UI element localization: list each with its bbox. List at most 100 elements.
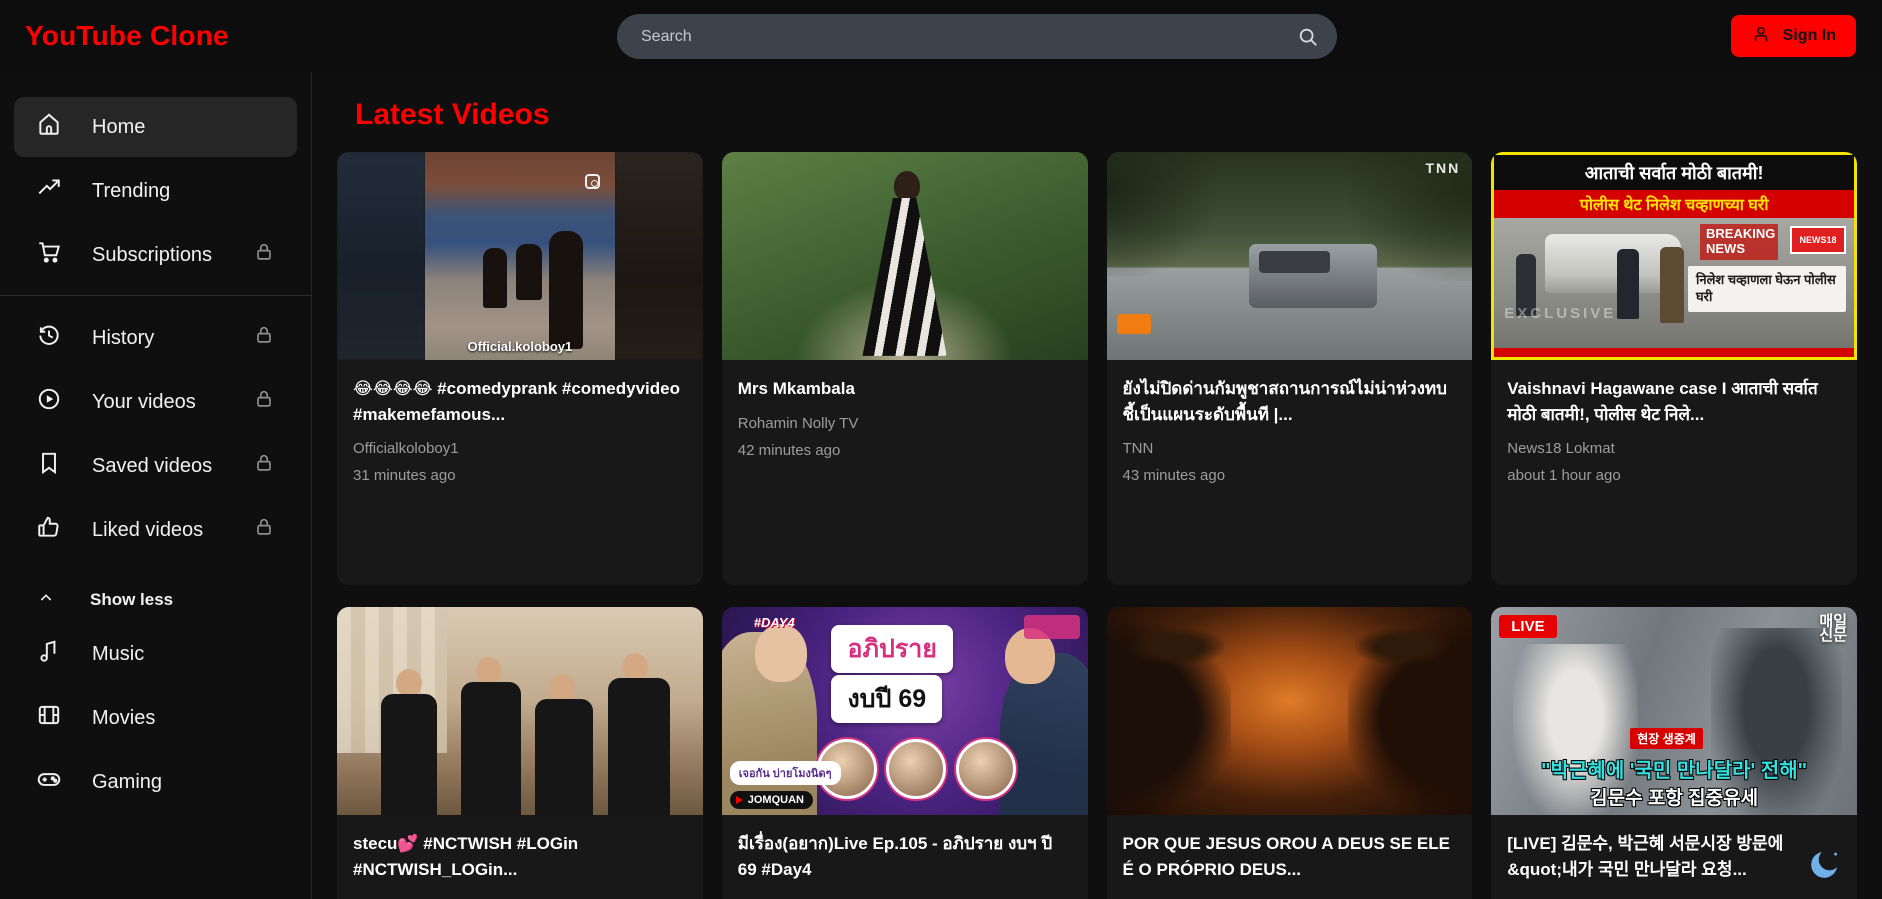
exclusive-watermark: EXCLUSIVE	[1504, 305, 1617, 322]
sidebar-item-label: Subscriptions	[92, 243, 213, 266]
video-time: about 1 hour ago	[1507, 467, 1621, 484]
headline-band-2: पोलीस थेट निलेश चव्हाणच्या घरी	[1494, 190, 1854, 218]
show-less-toggle[interactable]: Show less	[14, 582, 297, 618]
thumbnail-quote: "박근혜에 '국민 만나달라' 전해"	[1541, 760, 1808, 782]
sidebar-item-label: Home	[92, 115, 146, 138]
live-badge: LIVE	[1499, 615, 1557, 638]
video-thumbnail[interactable]: आताची सर्वात मोठी बातमी! पोलीस थेट निलेश…	[1491, 152, 1857, 360]
newspaper-logo: 매일 신문	[1819, 613, 1847, 645]
sidebar-item-label: Gaming	[92, 770, 163, 793]
video-card[interactable]: आताची सर्वात मोठी बातमी! पोलीस थेट निलेश…	[1491, 152, 1857, 585]
sidebar-item-music[interactable]: Music	[14, 624, 297, 684]
video-thumbnail[interactable]: LIVE 매일 신문 현장 생중계 "박근혜에 '국민 만나달라' 전해" 김문…	[1491, 607, 1857, 815]
video-card[interactable]: POR QUE JESUS OROU A DEUS SE ELE É O PRÓ…	[1106, 607, 1473, 899]
sidebar-item-label: Music	[92, 642, 145, 665]
channel-badge	[1116, 314, 1151, 334]
play-icon	[735, 796, 743, 804]
headline-band: आताची सर्वात मोठी बातमी!	[1494, 155, 1854, 190]
sign-in-button[interactable]: Sign In	[1730, 15, 1856, 57]
video-channel[interactable]: News18 Lokmat	[1507, 440, 1841, 457]
person-icon	[1751, 24, 1771, 49]
sidebar-item-history[interactable]: History	[14, 308, 297, 368]
broadcast-badge: 현장 생중계	[1630, 728, 1703, 749]
lock-icon	[253, 241, 275, 269]
title-box-1: อภิปราย	[831, 625, 953, 673]
sidebar-item-label: History	[92, 326, 155, 349]
top-bar: YouTube Clone Sign In	[0, 0, 1882, 72]
app-window: YouTube Clone Sign In	[0, 0, 1882, 899]
video-card[interactable]: LIVE 매일 신문 현장 생중계 "박근혜에 '국민 만나달라' 전해" 김문…	[1491, 607, 1857, 899]
search-bar	[617, 14, 1337, 59]
page-title: Latest Videos	[355, 98, 550, 131]
play-circle-icon	[36, 386, 62, 418]
sidebar-item-movies[interactable]: Movies	[14, 688, 297, 748]
caption-pill: เจอกัน บ่ายโมงนิดๆ	[729, 761, 841, 785]
video-card[interactable]: Mrs Mkambala Rohamin Nolly TV 42 minutes…	[721, 152, 1088, 585]
video-time: 42 minutes ago	[737, 441, 841, 459]
sign-in-label: Sign In	[1782, 27, 1836, 44]
sidebar-item-saved-videos[interactable]: Saved videos	[14, 436, 297, 496]
sidebar-item-subscriptions[interactable]: Subscriptions	[14, 225, 297, 285]
video-time: 31 minutes ago	[353, 467, 456, 484]
bookmark-icon	[36, 450, 62, 482]
video-title[interactable]: Vaishnavi Hagawane case I आताची सर्वात म…	[1507, 376, 1841, 427]
video-card[interactable]: #DAY4 อภิปราย งบปี 69 เจอกัน บ่ายโมงนิดๆ…	[721, 607, 1088, 899]
sidebar-item-label: Your videos	[92, 390, 196, 413]
video-channel[interactable]: Rohamin Nolly TV	[738, 415, 1072, 432]
thumbs-up-icon	[36, 514, 62, 546]
search-input[interactable]	[641, 27, 1297, 46]
main-content: Latest Videos Official.koloboy1 😂😂😂😂 #co…	[312, 72, 1882, 899]
sidebar-divider	[0, 295, 311, 296]
tnn-watermark: TNN	[1425, 160, 1461, 176]
chevron-up-icon	[38, 590, 54, 611]
video-thumbnail[interactable]	[337, 607, 703, 815]
sidebar-item-your-videos[interactable]: Your videos	[14, 372, 297, 432]
music-icon	[36, 638, 62, 670]
sidebar-item-home[interactable]: Home	[14, 97, 297, 157]
video-title[interactable]: [LIVE] 김문수, 박근혜 서문시장 방문에 &quot;내가 국민 만나달…	[1507, 831, 1841, 882]
video-title[interactable]: stecu💕 #NCTWISH #LOGin #NCTWISH_LOGin...	[353, 831, 687, 882]
theme-toggle-moon-icon[interactable]	[1808, 847, 1842, 881]
video-card[interactable]: Official.koloboy1 😂😂😂😂 #comedyprank #com…	[337, 152, 703, 585]
sidebar-item-label: Liked videos	[92, 518, 204, 541]
instagram-icon	[585, 174, 601, 189]
video-title[interactable]: 😂😂😂😂 #comedyprank #comedyvideo #makemefa…	[353, 376, 687, 427]
video-card[interactable]: TNN ยังไม่ปิดด่านกัมพูชาสถานการณ์ไม่น่าห…	[1106, 152, 1473, 585]
video-title[interactable]: POR QUE JESUS OROU A DEUS SE ELE É O PRÓ…	[1123, 831, 1457, 882]
sidebar-item-liked-videos[interactable]: Liked videos	[14, 500, 297, 560]
news18-logo: NEWS18	[1790, 226, 1846, 254]
title-box-2: งบปี 69	[831, 675, 943, 723]
lock-icon	[253, 388, 275, 416]
gamepad-icon	[36, 766, 62, 798]
video-card[interactable]: stecu💕 #NCTWISH #LOGin #NCTWISH_LOGin...	[337, 607, 703, 899]
sidebar-item-label: Saved videos	[92, 454, 213, 477]
search-icon[interactable]	[1297, 26, 1319, 48]
info-box: निलेश चव्हाणला घेऊन पोलीस घरी	[1688, 266, 1846, 312]
video-title[interactable]: มีเรื่อง(อยาก)Live Ep.105 - อภิปราย งบฯ …	[738, 831, 1072, 882]
show-less-label: Show less	[90, 590, 174, 609]
video-time: 43 minutes ago	[1122, 467, 1226, 484]
video-channel[interactable]: Officialkoloboy1	[353, 440, 687, 457]
film-icon	[36, 702, 62, 734]
video-title[interactable]: Mrs Mkambala	[738, 376, 1072, 402]
sidebar-item-gaming[interactable]: Gaming	[14, 752, 297, 812]
video-thumbnail[interactable]: Official.koloboy1	[337, 152, 703, 360]
lock-icon	[253, 324, 275, 352]
home-icon	[36, 111, 62, 143]
app-logo: YouTube Clone	[25, 20, 229, 51]
video-grid: Official.koloboy1 😂😂😂😂 #comedyprank #com…	[337, 152, 1857, 899]
video-thumbnail[interactable]	[1106, 607, 1473, 815]
lock-icon	[253, 516, 275, 544]
video-title[interactable]: ยังไม่ปิดด่านกัมพูชาสถานการณ์ไม่น่าห่วงท…	[1123, 376, 1457, 427]
corner-badge	[1023, 615, 1080, 639]
video-thumbnail[interactable]: TNN	[1106, 152, 1473, 360]
video-thumbnail[interactable]: #DAY4 อภิปราย งบปี 69 เจอกัน บ่ายโมงนิดๆ…	[721, 607, 1088, 815]
sidebar-item-label: Trending	[92, 179, 171, 202]
breaking-news-badge: BREAKING NEWS	[1700, 224, 1778, 260]
sidebar: Home Trending Subscriptions History Your…	[0, 72, 312, 899]
sidebar-item-trending[interactable]: Trending	[14, 161, 297, 221]
day-tag: #DAY4	[753, 615, 795, 630]
video-channel[interactable]: TNN	[1123, 440, 1457, 457]
sidebar-item-label: Movies	[92, 706, 156, 729]
video-thumbnail[interactable]	[721, 152, 1088, 360]
